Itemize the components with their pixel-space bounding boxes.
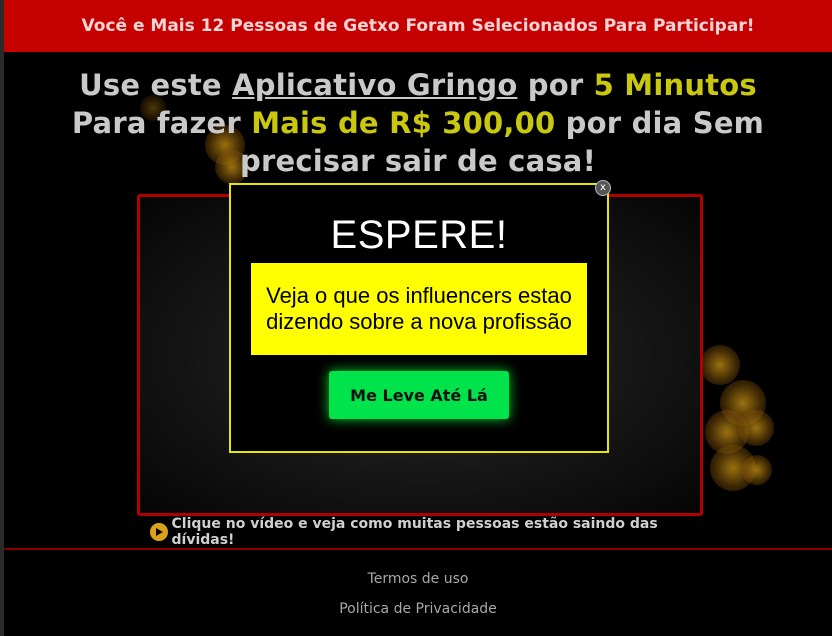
- page-left-edge: [0, 0, 4, 636]
- headline-line-3: precisar sair de casa!: [240, 144, 596, 178]
- banner-text: Você e Mais 12 Pessoas de Getxo Foram Se…: [81, 16, 755, 36]
- modal-close-button[interactable]: x: [595, 180, 611, 196]
- terms-link[interactable]: Termos de uso: [4, 571, 832, 587]
- headline-line-1: Use este Aplicativo Gringo por 5 Minutos: [60, 66, 776, 104]
- top-banner: Você e Mais 12 Pessoas de Getxo Foram Se…: [4, 0, 832, 52]
- headline-text: por: [517, 68, 594, 102]
- headline-text: Use este: [79, 68, 233, 102]
- headline-highlight: 5 Minutos: [593, 68, 757, 102]
- footer-divider: [4, 548, 832, 550]
- modal-message-text: Veja o que os influencers estao dizendo …: [266, 283, 572, 334]
- headline-line-2: Para fazer Mais de R$ 300,00 por dia Sem: [60, 104, 776, 142]
- headline-highlight: Mais de R$ 300,00: [251, 106, 556, 140]
- cta-button[interactable]: Me Leve Até Lá: [329, 371, 509, 419]
- video-caption-text: Clique no vídeo e veja como muitas pesso…: [171, 516, 658, 548]
- exit-intent-modal: ESPERE! Veja o que os influencers estao …: [229, 183, 609, 453]
- play-circle-icon: [150, 523, 168, 541]
- headline-text: Para fazer: [71, 106, 252, 140]
- headline-app-link[interactable]: Aplicativo Gringo: [232, 68, 517, 102]
- modal-title: ESPERE!: [330, 213, 508, 257]
- headline: Use este Aplicativo Gringo por 5 Minutos…: [60, 66, 776, 180]
- video-caption: Clique no vídeo e veja como muitas pesso…: [150, 516, 710, 548]
- privacy-link[interactable]: Política de Privacidade: [4, 601, 832, 617]
- headline-text: por dia Sem: [555, 106, 765, 140]
- modal-message-box: Veja o que os influencers estao dizendo …: [251, 263, 587, 355]
- close-icon: x: [600, 182, 606, 193]
